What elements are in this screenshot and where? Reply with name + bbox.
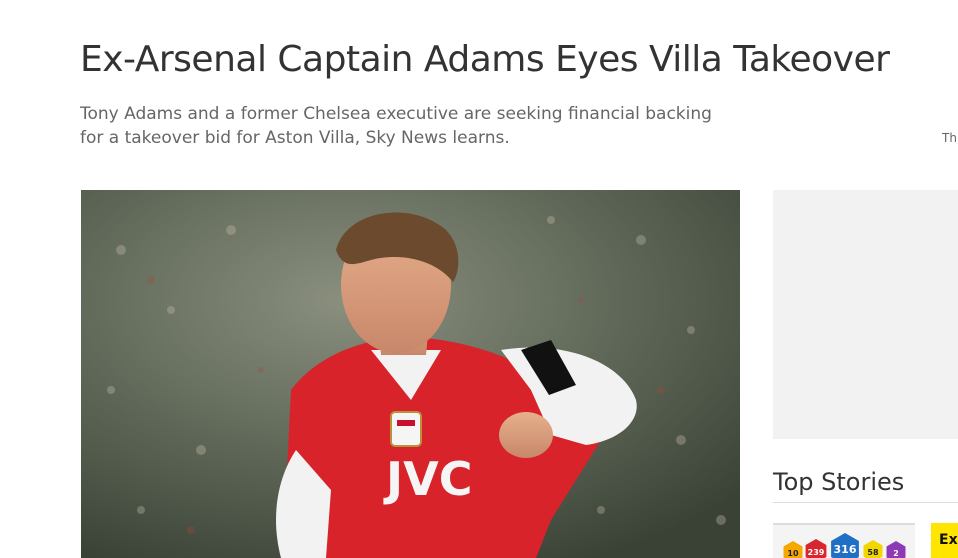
top-story-2-thumbnail[interactable]: Ex [931,523,958,558]
top-stories-heading: Top Stories [773,468,905,496]
hero-image[interactable]: JVC [81,190,740,558]
party-badge-count: 10 [787,549,799,558]
standfirst-line-2: for a takeover bid for Aston Villa, Sky … [80,128,510,148]
top-story-1-thumbnail[interactable]: 10 239 316 58 2 [773,523,915,558]
advertisement-slot[interactable] [773,190,958,439]
article-page: Ex-Arsenal Captain Adams Eyes Villa Take… [0,0,958,558]
party-badge-count: 2 [893,549,899,558]
party-badge-count: 239 [808,548,825,557]
article-headline: Ex-Arsenal Captain Adams Eyes Villa Take… [80,39,890,80]
party-badge-count: 316 [834,543,857,556]
sidebar-teaser-snippet[interactable]: Th [942,131,957,145]
election-badges-graphic: 10 239 316 58 2 [783,533,906,558]
top-stories-divider [773,502,958,503]
top-story-2-title-snippet: Ex [939,532,958,548]
party-badge-count: 58 [867,548,879,557]
article-standfirst: Tony Adams and a former Chelsea executiv… [80,102,720,150]
hero-photo-illustration: JVC [81,190,740,558]
shirt-sponsor-text: JVC [383,452,472,506]
standfirst-line-1: Tony Adams and a former Chelsea executiv… [80,104,712,124]
